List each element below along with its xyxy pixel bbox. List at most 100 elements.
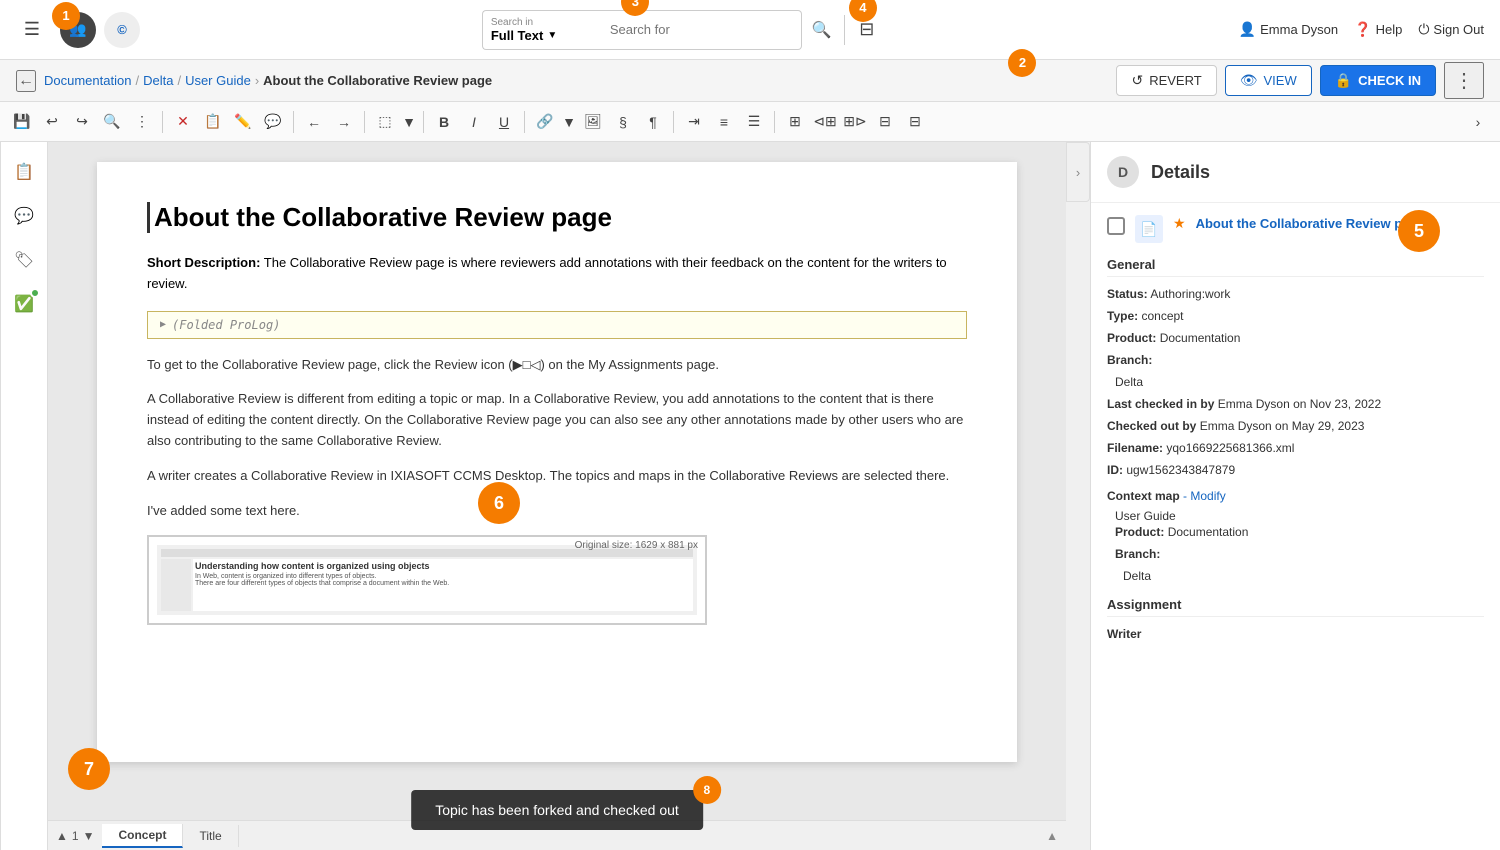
undo-button[interactable]: ↩ [38,108,66,136]
view-button[interactable]: 👁 VIEW [1225,65,1312,96]
editor-wrap: About the Collaborative Review page Shor… [48,142,1066,850]
outline-icon: 📋 [14,162,34,182]
modify-link[interactable]: - Modify [1183,489,1226,503]
edit-note-button[interactable]: ✏️ [229,108,257,136]
bottom-bar-icon[interactable]: ▲ [1046,829,1058,843]
right-panel-wrapper: › D Details 5 📄 ★ About the Collaborativ… [1066,142,1500,850]
copy-button[interactable]: ⬚ [371,108,399,136]
short-desc-label: Short Description: [147,255,260,270]
bold-button[interactable]: B [430,108,458,136]
back-nav-button[interactable]: ← [300,108,328,136]
back-button[interactable]: ← [16,70,36,92]
insert-note-button[interactable]: 📋 [199,108,227,136]
filename-row: Filename: yqo1669225681366.xml [1107,439,1484,457]
section-button[interactable]: § [609,108,637,136]
comment-button[interactable]: 💬 [259,108,287,136]
user-section: 👤 Emma Dyson ❓ Help ⏻ Sign Out [1239,21,1484,38]
find-button[interactable]: 🔍 [98,108,126,136]
folded-prolog[interactable]: ▶ (Folded ProLog) [147,311,967,339]
thumb-title: Understanding how content is organized u… [195,561,691,571]
more-options-button[interactable]: ⋮ [128,108,156,136]
search-divider [844,15,845,45]
user-guide-link[interactable]: User Guide [1115,509,1176,523]
paragraph-2: A Collaborative Review is different from… [147,389,967,451]
breadcrumb-userguide[interactable]: User Guide [185,73,251,88]
delete-button[interactable]: ✕ [169,108,197,136]
user-name: Emma Dyson [1260,22,1338,37]
doc-checkbox[interactable] [1107,217,1125,235]
badge-5: 5 [1398,210,1440,252]
breadcrumb-current: About the Collaborative Review page [263,73,492,88]
top-nav: ☰ 1 👥 © 3 Search in Full Text ▼ 🔍 [0,0,1500,60]
more-button[interactable]: ⋮ [1444,62,1484,99]
user-menu[interactable]: 👤 Emma Dyson [1239,21,1338,38]
tab-concept[interactable]: Concept [102,824,183,848]
search-type-selector[interactable]: Search in Full Text ▼ [482,10,602,50]
document-title: About the Collaborative Review page [147,202,967,233]
copy-dropdown[interactable]: ▼ [401,108,417,136]
row-before-button[interactable]: ⊟ [871,108,899,136]
assignment-section: Assignment Writer [1107,597,1484,643]
tag-icon: 🏷 [14,250,34,270]
panel-collapse-button[interactable]: › [1066,142,1090,202]
writer-row: Writer [1107,625,1484,643]
details-panel: D Details 5 📄 ★ About the Collaborative … [1090,142,1500,850]
sidebar-tag-icon[interactable]: 🏷 [6,242,42,278]
toast-notification: Topic has been forked and checked out 8 [411,790,703,830]
short-desc-text: The Collaborative Review page is where r… [147,255,947,291]
italic-button[interactable]: I [460,108,488,136]
comments-icon: 💬 [14,206,34,226]
forward-nav-button[interactable]: → [330,108,358,136]
page-info: 1 [72,829,79,843]
underline-button[interactable]: U [490,108,518,136]
panel-d-badge: D [1107,156,1139,188]
thumb-text2: There are four different types of object… [195,580,691,587]
status-value: Authoring:work [1150,287,1230,301]
col-after-button[interactable]: ⊞⊳ [841,108,869,136]
breadcrumb-delta[interactable]: Delta [143,73,173,88]
toolbar-divider-5 [524,111,525,133]
sidebar-outline-icon[interactable]: 📋 [6,154,42,190]
toolbar-expand[interactable]: › [1464,108,1492,136]
panel-body: 📄 ★ About the Collaborative Review page … [1091,203,1500,659]
hamburger-button[interactable]: ☰ [16,16,48,44]
branch-label2: Branch: [1115,547,1160,561]
editor-content[interactable]: About the Collaborative Review page Shor… [97,162,1017,762]
breadcrumb-documentation[interactable]: Documentation [44,73,131,88]
table-button[interactable]: ⊞ [781,108,809,136]
image-button[interactable]: 🖼 [579,108,607,136]
brand-icon[interactable]: © [104,12,140,48]
row-after-button[interactable]: ⊟ [901,108,929,136]
status-row: Status: Authoring:work [1107,285,1484,303]
unordered-list-button[interactable]: ☰ [740,108,768,136]
paragraph-button[interactable]: ¶ [639,108,667,136]
filename-label: Filename: [1107,441,1163,455]
link-button[interactable]: 🔗 [531,108,559,136]
last-checkedin-label: Last checked in by [1107,397,1214,411]
page-num: ▲ [56,829,68,843]
col-before-button[interactable]: ⊲⊞ [811,108,839,136]
tab-title[interactable]: Title [183,825,238,847]
indent-button[interactable]: ⇥ [680,108,708,136]
redo-button[interactable]: ↪ [68,108,96,136]
sidebar-review-icon[interactable]: 💬 [6,198,42,234]
ordered-list-button[interactable]: ≡ [710,108,738,136]
checkin-button[interactable]: 🔒 CHECK IN [1320,65,1436,96]
doc-title-link[interactable]: About the Collaborative Review page [1196,215,1425,233]
image-size-label: Original size: 1629 x 881 px [575,540,698,551]
doc-star[interactable]: ★ [1173,215,1186,232]
help-link[interactable]: ❓ Help [1354,21,1402,38]
save-button[interactable]: 💾 [8,108,36,136]
badge-2: 2 [1008,49,1036,77]
main-area: 📋 💬 🏷 ✅ About the Collaborative Review p… [0,142,1500,850]
toolbar-divider-1 [162,111,163,133]
search-input[interactable] [610,22,790,37]
page-down: ▼ [83,829,95,843]
dropdown-link[interactable]: ▼ [561,108,577,136]
type-value: concept [1141,309,1183,323]
sidebar-task-icon[interactable]: ✅ [6,286,42,322]
revert-button[interactable]: ↺ REVERT [1116,65,1216,96]
checked-out-row: Checked out by Emma Dyson on May 29, 202… [1107,417,1484,435]
signout-link[interactable]: ⏻ Sign Out [1418,21,1484,38]
search-button[interactable]: 🔍 [808,16,836,44]
